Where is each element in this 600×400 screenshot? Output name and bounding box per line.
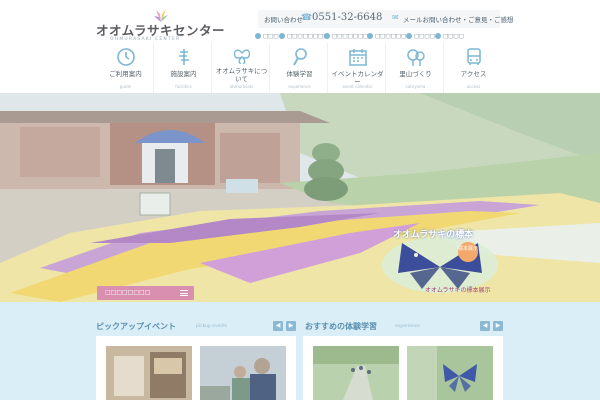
nav-item-experience[interactable]: 体験学習 experience [271, 43, 328, 93]
recommended-experience-title: おすすめの体験学習 [305, 322, 377, 331]
sub-link[interactable]: □□□□ [406, 33, 435, 40]
phone-number[interactable]: 0551-32-6648 [312, 12, 382, 23]
nav-item-facilities[interactable]: 施設案内 facilities [155, 43, 212, 93]
sub-link[interactable]: □□□□□□□□ [279, 33, 329, 40]
lower-sections: ピックアップイベント pickup events ◀ ▶ おすすめの体験学習 e… [0, 302, 600, 400]
hero-photo [0, 93, 600, 302]
specimen-badge: 標本展示 [458, 242, 478, 262]
tree-icon [407, 49, 425, 66]
nav-label: 里山づくり [399, 70, 432, 78]
sub-link[interactable]: □□□□□□ [367, 33, 406, 40]
specimen-callout-title: オオムラサキの標本 [393, 230, 474, 240]
event-photo[interactable] [106, 346, 192, 400]
logo-subtitle: OHMURASAKI CENTER [110, 37, 181, 42]
event-photo-image [200, 346, 286, 400]
hero-menu-button[interactable]: □□□□□□□□ [97, 286, 194, 300]
signpost-icon [179, 49, 189, 65]
nav-sublabel: event calendar [342, 84, 373, 89]
pickup-next-button[interactable]: ▶ [286, 321, 296, 331]
nav-sublabel: access [466, 84, 481, 89]
bus-icon [467, 48, 481, 65]
recommended-prev-button[interactable]: ◀ [480, 321, 490, 331]
nav-label: ご利用案内 [109, 70, 142, 78]
contact-label: お問い合わせ [264, 16, 303, 24]
nav-sublabel: guide [119, 84, 132, 89]
nav-item-access[interactable]: アクセス access [445, 43, 502, 93]
experience-photo-image [313, 346, 399, 400]
pickup-events-subtitle: pickup events [196, 324, 228, 329]
phone-icon: ☎ [301, 13, 313, 23]
event-photo-image [106, 346, 192, 400]
mail-contact-link[interactable]: メールお問い合わせ・ご意見・ご感想 [403, 14, 514, 24]
sub-link[interactable]: □□□□ [435, 33, 464, 40]
pickup-prev-button[interactable]: ◀ [273, 321, 283, 331]
experience-photo-image [407, 346, 493, 400]
recommended-next-button[interactable]: ▶ [493, 321, 503, 331]
bullet-icon [367, 33, 373, 39]
nav-item-guide[interactable]: ご利用案内 guide [97, 43, 154, 93]
sub-link[interactable]: □□□□□□□ [324, 33, 368, 40]
bullet-icon [324, 33, 330, 39]
nav-label: 体験学習 [286, 70, 313, 78]
nav-sublabel: satoyama [405, 84, 426, 89]
bullet-icon [406, 33, 412, 39]
bullet-icon [255, 33, 261, 39]
pickup-events-title: ピックアップイベント [96, 322, 176, 331]
contact-bar: お問い合わせ ☎ 0551-32-6648 ✉ メールお問い合わせ・ご意見・ご感… [258, 10, 514, 28]
recommended-experience-subtitle: experience [395, 324, 420, 329]
sub-links: □□□ □□□□□□□□ □□□□□□□ □□□□□□ □□□□ □□□□ [255, 33, 515, 43]
specimen-caption: オオムラサキの標本展示 [425, 287, 491, 294]
nav-item-satoyama[interactable]: 里山づくり satoyama [387, 43, 444, 93]
calendar-icon [349, 49, 367, 66]
sub-link[interactable]: □□□ [255, 33, 279, 40]
nav-sublabel: facilities [175, 84, 192, 89]
nav-label: 施設案内 [170, 70, 197, 78]
bullet-icon [435, 33, 441, 39]
nav-label: オオムラサキについて [215, 67, 268, 83]
butterfly-icon [233, 49, 251, 64]
site-header: オオムラサキセンター OHMURASAKI CENTER お問い合わせ ☎ 05… [0, 0, 600, 93]
experience-photo[interactable] [407, 346, 493, 400]
mail-icon: ✉ [392, 13, 399, 22]
event-photo[interactable] [200, 346, 286, 400]
hero-banner: オオムラサキの標本 標本展示 オオムラサキの標本展示 □□□□□□□□ [0, 93, 600, 302]
clock-icon [117, 48, 135, 66]
bullet-icon [279, 33, 285, 39]
menu-icon [180, 290, 188, 296]
site-logo[interactable]: オオムラサキセンター OHMURASAKI CENTER [96, 8, 225, 42]
hero-button-label: □□□□□□□□ [105, 289, 151, 296]
experience-photo[interactable] [313, 346, 399, 400]
magnifier-icon [293, 48, 307, 66]
nav-item-ohmurasaki[interactable]: オオムラサキについて ohmurasaki [213, 43, 270, 93]
main-nav: ご利用案内 guide 施設案内 facilities オオムラサキについて o… [97, 43, 503, 93]
nav-item-event-calendar[interactable]: イベントカレンダー event calendar [329, 43, 386, 93]
nav-sublabel: experience [288, 84, 311, 89]
nav-label: アクセス [460, 70, 487, 78]
pickup-events-panel [96, 336, 296, 400]
nav-sublabel: ohmurasaki [229, 84, 254, 89]
recommended-experience-panel [303, 336, 503, 400]
